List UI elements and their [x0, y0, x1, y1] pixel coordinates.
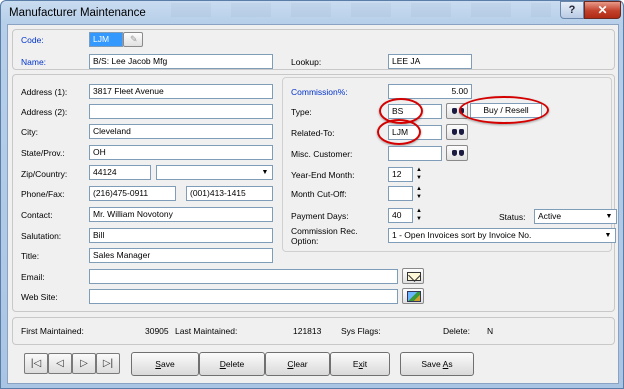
year-end-month-label: Year-End Month:	[291, 170, 355, 180]
commission-rec-label-line2: Option:	[291, 236, 319, 246]
state-field[interactable]: OH	[89, 145, 273, 160]
misc-customer-lookup-button[interactable]	[446, 145, 468, 161]
salutation-label: Salutation:	[21, 231, 62, 241]
email-label: Email:	[21, 272, 45, 282]
year-end-month-field[interactable]: 12	[388, 167, 413, 182]
save-as-button[interactable]: Save As	[400, 352, 474, 376]
address2-field[interactable]	[89, 104, 273, 119]
address2-label: Address (2):	[21, 107, 68, 117]
envelope-icon	[407, 272, 421, 281]
status-select[interactable]: Active ▼	[534, 209, 617, 224]
year-end-month-spinner[interactable]: ▲ ▼	[415, 166, 423, 182]
exit-label-end: it	[362, 359, 368, 369]
state-label: State/Prov.:	[21, 148, 65, 158]
form-area: Code: LJM ✎ Name: B/S: Lee Jacob Mfg Loo…	[7, 24, 619, 384]
delete-flag-value: N	[487, 326, 494, 336]
chevron-down-icon: ▼	[604, 232, 612, 239]
salutation-field[interactable]: Bill	[89, 228, 273, 243]
misc-customer-label: Misc. Customer:	[291, 149, 353, 159]
delete-flag-label: Delete:	[443, 326, 470, 336]
commission-rec-value: 1 - Open Invoices sort by Invoice No.	[392, 230, 532, 240]
zip-country-label: Zip/Country:	[21, 169, 68, 179]
commission-rec-select[interactable]: 1 - Open Invoices sort by Invoice No. ▼	[388, 228, 616, 243]
window-title: Manufacturer Maintenance	[9, 7, 146, 19]
delete-button[interactable]: Delete	[199, 352, 265, 376]
month-cutoff-spinner[interactable]: ▲ ▼	[415, 185, 423, 201]
address1-field[interactable]: 3817 Fleet Avenue	[89, 84, 273, 99]
status-label: Status:	[499, 212, 526, 222]
fax-field[interactable]: (001)413-1415	[186, 186, 273, 201]
first-maintained-value: 30905	[145, 326, 169, 336]
email-field[interactable]	[89, 269, 398, 284]
related-to-lookup-button[interactable]	[446, 124, 468, 140]
open-website-button[interactable]	[402, 288, 424, 304]
save-as-label-start: Save	[421, 359, 443, 369]
title-field[interactable]: Sales Manager	[89, 248, 273, 263]
name-label: Name:	[21, 57, 47, 67]
related-to-label: Related-To:	[291, 128, 335, 138]
phone-field[interactable]: (216)475-0911	[89, 186, 176, 201]
send-email-button[interactable]	[402, 268, 424, 284]
website-field[interactable]	[89, 289, 398, 304]
last-maintained-label: Last Maintained:	[175, 326, 238, 336]
save-button[interactable]: Save	[131, 352, 199, 376]
help-button[interactable]: ?	[560, 1, 584, 19]
zip-field[interactable]: 44124	[89, 165, 151, 180]
last-maintained-value: 121813	[293, 326, 322, 336]
country-select[interactable]: ▼	[156, 165, 273, 180]
save-label: ave	[160, 359, 175, 369]
city-label: City:	[21, 127, 38, 137]
contact-field[interactable]: Mr. William Novotony	[89, 207, 273, 222]
misc-customer-field[interactable]	[388, 146, 442, 161]
name-field[interactable]: B/S: Lee Jacob Mfg	[89, 54, 273, 69]
code-label: Code:	[21, 35, 44, 45]
title-bar[interactable]: Manufacturer Maintenance ? ✕	[1, 1, 623, 25]
previous-record-button[interactable]: ◁	[48, 353, 72, 374]
close-button[interactable]: ✕	[584, 1, 621, 19]
commission-field[interactable]: 5.00	[388, 84, 472, 99]
pencil-icon: ✎	[130, 34, 138, 44]
city-field[interactable]: Cleveland	[89, 124, 273, 139]
title-label: Title:	[21, 251, 40, 261]
first-record-button[interactable]: |◁	[24, 353, 48, 374]
commission-rec-label: Commission Rec. Option:	[291, 226, 358, 246]
last-record-button[interactable]: ▷|	[96, 353, 120, 374]
payment-days-spinner[interactable]: ▲ ▼	[415, 207, 423, 223]
payment-days-label: Payment Days:	[291, 211, 349, 221]
annotation-oval-related-to	[377, 119, 421, 145]
month-cutoff-label: Month Cut-Off:	[291, 189, 347, 199]
annotation-oval-description	[459, 96, 549, 124]
title-bar-background-blur	[151, 3, 551, 17]
binoculars-icon	[452, 128, 464, 136]
delete-label: elete	[225, 359, 245, 369]
chevron-down-icon: ▼	[261, 169, 269, 176]
next-record-button[interactable]: ▷	[72, 353, 96, 374]
edit-code-button[interactable]: ✎	[123, 32, 143, 47]
contact-label: Contact:	[21, 210, 53, 220]
lookup-field[interactable]: LEE JA	[388, 54, 472, 69]
phone-fax-label: Phone/Fax:	[21, 189, 65, 199]
chevron-down-icon: ▼	[605, 213, 613, 220]
status-value: Active	[538, 211, 562, 221]
binoculars-icon	[452, 149, 464, 157]
commission-rec-label-line1: Commission Rec.	[291, 226, 358, 236]
clear-label: lear	[293, 359, 308, 369]
exit-button[interactable]: Exit	[330, 352, 390, 376]
month-cutoff-field[interactable]	[388, 186, 413, 201]
commission-label: Commission%:	[291, 87, 348, 97]
sys-flags-label: Sys Flags:	[341, 326, 381, 336]
save-as-label-end: s	[448, 359, 453, 369]
code-field[interactable]: LJM	[89, 32, 123, 47]
first-maintained-label: First Maintained:	[21, 326, 84, 336]
web-picture-icon	[407, 291, 421, 302]
lookup-label: Lookup:	[291, 57, 322, 67]
address1-label: Address (1):	[21, 87, 68, 97]
website-label: Web Site:	[21, 292, 58, 302]
payment-days-field[interactable]: 40	[388, 208, 413, 223]
clear-button[interactable]: Clear	[265, 352, 330, 376]
type-label: Type:	[291, 107, 312, 117]
